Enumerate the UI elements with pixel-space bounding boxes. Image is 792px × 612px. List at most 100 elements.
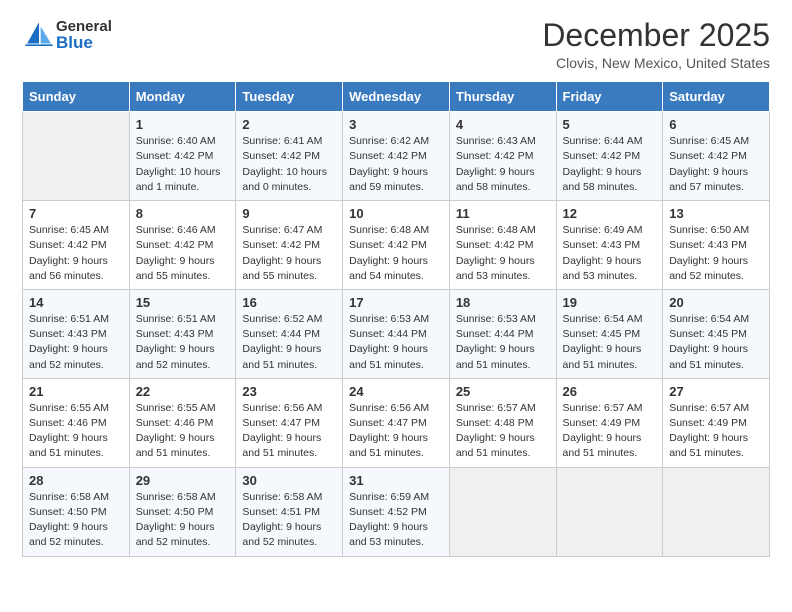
day-detail: Sunrise: 6:57 AMSunset: 4:48 PMDaylight:… [456,401,550,462]
day-number: 9 [242,206,336,221]
day-number: 19 [563,295,657,310]
week-row-2: 7Sunrise: 6:45 AMSunset: 4:42 PMDaylight… [23,201,770,290]
logo-label: General Blue [56,19,112,51]
day-detail: Sunrise: 6:51 AMSunset: 4:43 PMDaylight:… [29,312,123,373]
day-cell: 26 Sunrise: 6:57 AMSunset: 4:49 PMDayligh… [556,378,663,467]
day-detail: Sunrise: 6:59 AMSunset: 4:52 PMDaylight:… [349,490,443,551]
day-number: 12 [563,206,657,221]
day-number: 26 [563,384,657,399]
day-number: 15 [136,295,230,310]
day-cell: 21Sunrise: 6:55 AMSunset: 4:46 PMDayligh… [23,378,130,467]
day-detail: Sunrise: 6:56 AMSunset: 4:47 PMDaylight:… [349,401,443,462]
day-detail: Sunrise: 6:41 AMSunset: 4:42 PMDaylight:… [242,134,336,195]
day-number: 3 [349,117,443,132]
header-cell-tuesday: Tuesday [236,82,343,112]
day-number: 25 [456,384,550,399]
header: General Blue December 2025 Clovis, New M… [22,18,770,71]
day-detail: Sunrise: 6:45 AMSunset: 4:42 PMDaylight:… [669,134,763,195]
day-detail: Sunrise: 6:54 AMSunset: 4:45 PMDaylight:… [563,312,657,373]
day-number: 28 [29,473,123,488]
day-cell: 27 Sunrise: 6:57 AMSunset: 4:49 PMDayligh… [663,378,770,467]
day-number: 1 [136,117,230,132]
day-number: 30 [242,473,336,488]
calendar-table: SundayMondayTuesdayWednesdayThursdayFrid… [22,81,770,556]
week-row-5: 28 Sunrise: 6:58 AMSunset: 4:50 PMDayligh… [23,467,770,556]
header-cell-saturday: Saturday [663,82,770,112]
day-cell [23,112,130,201]
day-number: 8 [136,206,230,221]
day-detail: Sunrise: 6:58 AMSunset: 4:50 PMDaylight:… [29,490,123,551]
day-cell: 16 Sunrise: 6:52 AMSunset: 4:44 PMDayligh… [236,289,343,378]
day-cell [663,467,770,556]
day-cell: 17Sunrise: 6:53 AMSunset: 4:44 PMDayligh… [343,289,450,378]
day-detail: Sunrise: 6:51 AMSunset: 4:43 PMDaylight:… [136,312,230,373]
day-detail: Sunrise: 6:48 AMSunset: 4:42 PMDaylight:… [349,223,443,284]
header-cell-wednesday: Wednesday [343,82,450,112]
day-cell: 28 Sunrise: 6:58 AMSunset: 4:50 PMDayligh… [23,467,130,556]
day-detail: Sunrise: 6:48 AMSunset: 4:42 PMDaylight:… [456,223,550,284]
day-number: 23 [242,384,336,399]
day-cell [449,467,556,556]
day-cell: 23 Sunrise: 6:56 AMSunset: 4:47 PMDayligh… [236,378,343,467]
day-number: 21 [29,384,123,399]
week-row-3: 14Sunrise: 6:51 AMSunset: 4:43 PMDayligh… [23,289,770,378]
day-number: 10 [349,206,443,221]
day-number: 27 [669,384,763,399]
day-number: 22 [136,384,230,399]
header-cell-thursday: Thursday [449,82,556,112]
day-detail: Sunrise: 6:57 AMSunset: 4:49 PMDaylight:… [669,401,763,462]
page: General Blue December 2025 Clovis, New M… [0,0,792,612]
day-number: 16 [242,295,336,310]
day-detail: Sunrise: 6:55 AMSunset: 4:46 PMDaylight:… [136,401,230,462]
title-block: December 2025 Clovis, New Mexico, United… [542,18,770,71]
day-cell: 15 Sunrise: 6:51 AMSunset: 4:43 PMDayligh… [129,289,236,378]
day-cell: 24Sunrise: 6:56 AMSunset: 4:47 PMDayligh… [343,378,450,467]
day-detail: Sunrise: 6:57 AMSunset: 4:49 PMDaylight:… [563,401,657,462]
day-number: 18 [456,295,550,310]
header-cell-sunday: Sunday [23,82,130,112]
day-detail: Sunrise: 6:50 AMSunset: 4:43 PMDaylight:… [669,223,763,284]
day-detail: Sunrise: 6:49 AMSunset: 4:43 PMDaylight:… [563,223,657,284]
calendar-body: 1 Sunrise: 6:40 AMSunset: 4:42 PMDaylight… [23,112,770,556]
day-cell: 2 Sunrise: 6:41 AMSunset: 4:42 PMDaylight… [236,112,343,201]
location: Clovis, New Mexico, United States [542,55,770,71]
day-detail: Sunrise: 6:52 AMSunset: 4:44 PMDaylight:… [242,312,336,373]
day-cell: 6 Sunrise: 6:45 AMSunset: 4:42 PMDaylight… [663,112,770,201]
day-cell: 30 Sunrise: 6:58 AMSunset: 4:51 PMDayligh… [236,467,343,556]
day-detail: Sunrise: 6:53 AMSunset: 4:44 PMDaylight:… [456,312,550,373]
day-cell: 5Sunrise: 6:44 AMSunset: 4:42 PMDaylight… [556,112,663,201]
day-cell: 31 Sunrise: 6:59 AMSunset: 4:52 PMDayligh… [343,467,450,556]
day-cell: 14Sunrise: 6:51 AMSunset: 4:43 PMDayligh… [23,289,130,378]
day-number: 4 [456,117,550,132]
day-number: 5 [563,117,657,132]
day-cell: 20 Sunrise: 6:54 AMSunset: 4:45 PMDayligh… [663,289,770,378]
day-cell: 29Sunrise: 6:58 AMSunset: 4:50 PMDayligh… [129,467,236,556]
day-number: 20 [669,295,763,310]
day-cell: 7Sunrise: 6:45 AMSunset: 4:42 PMDaylight… [23,201,130,290]
day-cell: 12 Sunrise: 6:49 AMSunset: 4:43 PMDayligh… [556,201,663,290]
header-row: SundayMondayTuesdayWednesdayThursdayFrid… [23,82,770,112]
day-cell: 25 Sunrise: 6:57 AMSunset: 4:48 PMDayligh… [449,378,556,467]
day-detail: Sunrise: 6:40 AMSunset: 4:42 PMDaylight:… [136,134,230,195]
day-cell: 11Sunrise: 6:48 AMSunset: 4:42 PMDayligh… [449,201,556,290]
day-detail: Sunrise: 6:58 AMSunset: 4:51 PMDaylight:… [242,490,336,551]
week-row-1: 1 Sunrise: 6:40 AMSunset: 4:42 PMDaylight… [23,112,770,201]
day-cell: 18 Sunrise: 6:53 AMSunset: 4:44 PMDayligh… [449,289,556,378]
day-cell: 10 Sunrise: 6:48 AMSunset: 4:42 PMDayligh… [343,201,450,290]
day-cell: 9Sunrise: 6:47 AMSunset: 4:42 PMDaylight… [236,201,343,290]
day-detail: Sunrise: 6:54 AMSunset: 4:45 PMDaylight:… [669,312,763,373]
logo: General Blue [22,18,112,52]
day-number: 6 [669,117,763,132]
month-title: December 2025 [542,18,770,53]
day-cell [556,467,663,556]
day-detail: Sunrise: 6:46 AMSunset: 4:42 PMDaylight:… [136,223,230,284]
day-number: 2 [242,117,336,132]
day-number: 31 [349,473,443,488]
day-cell: 4Sunrise: 6:43 AMSunset: 4:42 PMDaylight… [449,112,556,201]
header-cell-friday: Friday [556,82,663,112]
header-cell-monday: Monday [129,82,236,112]
day-number: 13 [669,206,763,221]
day-detail: Sunrise: 6:53 AMSunset: 4:44 PMDaylight:… [349,312,443,373]
day-cell: 13 Sunrise: 6:50 AMSunset: 4:43 PMDayligh… [663,201,770,290]
day-detail: Sunrise: 6:56 AMSunset: 4:47 PMDaylight:… [242,401,336,462]
